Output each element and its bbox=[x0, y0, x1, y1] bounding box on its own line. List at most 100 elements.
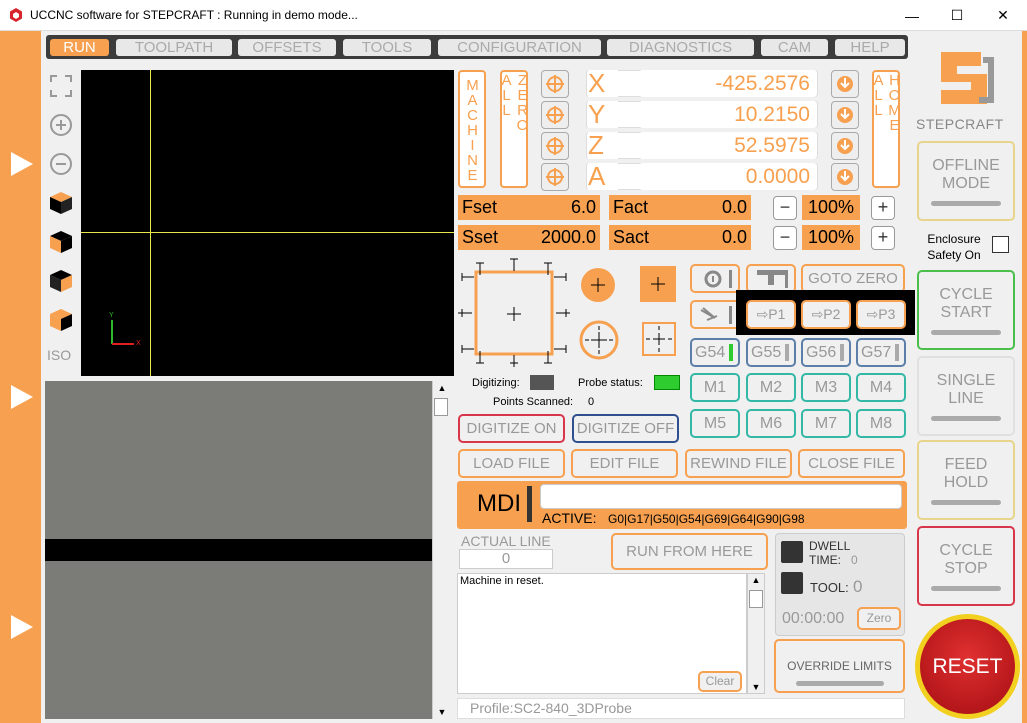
points-scanned-value: 0 bbox=[588, 396, 595, 408]
zero-y-button[interactable] bbox=[541, 101, 569, 129]
digitize-on-button[interactable]: DIGITIZE ON bbox=[458, 414, 565, 443]
close-file-button[interactable]: CLOSE FILE bbox=[798, 449, 905, 478]
probe-square-center-icon[interactable] bbox=[637, 263, 679, 305]
scroll-up-icon[interactable]: ▲ bbox=[748, 575, 764, 587]
tool-length-button[interactable] bbox=[746, 264, 796, 293]
feed-hold-button[interactable]: FEED HOLD bbox=[917, 440, 1015, 520]
scroll-down-icon[interactable]: ▼ bbox=[434, 707, 450, 719]
crosshair-vertical bbox=[150, 70, 151, 376]
macro-m3-button[interactable]: M3 bbox=[801, 373, 851, 402]
timer-zero-button[interactable]: Zero bbox=[857, 607, 901, 630]
goto-p1-button[interactable]: ⇨P1 bbox=[746, 300, 796, 329]
mdi-input[interactable] bbox=[540, 484, 902, 509]
override-limits-button[interactable]: OVERRIDE LIMITS bbox=[774, 639, 905, 693]
single-line-button[interactable]: SINGLE LINE bbox=[917, 356, 1015, 436]
zero-x-button[interactable] bbox=[541, 70, 569, 98]
scroll-down-icon[interactable]: ▼ bbox=[748, 682, 764, 694]
scroll-thumb[interactable] bbox=[434, 398, 448, 416]
g54-button[interactable]: G54 bbox=[690, 338, 740, 367]
view-front-cube-icon[interactable] bbox=[47, 228, 75, 256]
fset-value[interactable]: 6.0 bbox=[571, 195, 596, 220]
tab-tools[interactable]: TOOLS bbox=[343, 39, 431, 56]
probe-bore-center-icon[interactable] bbox=[577, 318, 621, 362]
fact-value: 0.0 bbox=[721, 197, 747, 217]
tab-help[interactable]: HELP bbox=[835, 39, 905, 56]
view-iso-cube-icon[interactable] bbox=[47, 306, 75, 334]
dwell-time-label: TIME: bbox=[809, 553, 841, 567]
machine-coords-button[interactable]: MACHINE bbox=[458, 70, 486, 188]
reset-button[interactable]: RESET bbox=[920, 619, 1015, 714]
spindle-toggle-button[interactable] bbox=[690, 264, 740, 293]
cycle-start-button[interactable]: CYCLE START bbox=[917, 270, 1015, 350]
home-z-button[interactable] bbox=[831, 132, 859, 160]
probe-pattern-icon[interactable] bbox=[458, 255, 570, 367]
axis-x-label: X bbox=[588, 70, 618, 97]
scroll-thumb[interactable] bbox=[749, 590, 763, 608]
macro-m2-button[interactable]: M2 bbox=[746, 373, 796, 402]
enclosure-checkbox[interactable] bbox=[992, 236, 1009, 253]
edit-file-button[interactable]: EDIT FILE bbox=[571, 449, 678, 478]
goto-p2-button[interactable]: ⇨P2 bbox=[801, 300, 851, 329]
tab-diagnostics[interactable]: DIAGNOSTICS bbox=[607, 39, 754, 56]
cycle-stop-button[interactable]: CYCLE STOP bbox=[917, 526, 1015, 606]
tab-toolpath[interactable]: TOOLPATH bbox=[116, 39, 232, 56]
offline-mode-button[interactable]: OFFLINE MODE bbox=[917, 141, 1015, 221]
rewind-file-button[interactable]: REWIND FILE bbox=[685, 449, 792, 478]
y-axis-label: Y bbox=[109, 312, 114, 319]
probe-circle-center-icon[interactable] bbox=[578, 265, 618, 305]
digitize-off-button[interactable]: DIGITIZE OFF bbox=[572, 414, 679, 443]
window-title: UCCNC software for STEPCRAFT : Running i… bbox=[30, 8, 358, 22]
probe-status-label: Probe status: bbox=[578, 377, 643, 389]
toolpath-viewer[interactable]: Y X bbox=[81, 70, 454, 376]
g56-button[interactable]: G56 bbox=[801, 338, 851, 367]
offline-mode-label: OFFLINE MODE bbox=[932, 156, 1000, 192]
macro-m8-button[interactable]: M8 bbox=[856, 409, 906, 438]
feed-minus-button[interactable]: − bbox=[773, 196, 797, 220]
run-from-here-button[interactable]: RUN FROM HERE bbox=[611, 533, 768, 570]
actual-line-value[interactable]: 0 bbox=[459, 549, 553, 569]
tab-offsets[interactable]: OFFSETS bbox=[238, 39, 336, 56]
maximize-button[interactable]: ☐ bbox=[934, 0, 980, 31]
close-button[interactable]: ✕ bbox=[980, 0, 1026, 31]
sset-value[interactable]: 2000.0 bbox=[541, 225, 596, 250]
macro-m4-button[interactable]: M4 bbox=[856, 373, 906, 402]
spindle-minus-button[interactable]: − bbox=[773, 226, 797, 250]
zero-a-button[interactable] bbox=[541, 163, 569, 191]
goto-p3-button[interactable]: ⇨P3 bbox=[856, 300, 906, 329]
macro-m6-button[interactable]: M6 bbox=[746, 409, 796, 438]
tab-cam[interactable]: CAM bbox=[761, 39, 828, 56]
clear-button[interactable]: Clear bbox=[698, 671, 742, 692]
macro-m7-button[interactable]: M7 bbox=[801, 409, 851, 438]
zero-z-button[interactable] bbox=[541, 132, 569, 160]
g54-label: G54 bbox=[695, 344, 726, 361]
probe-pocket-center-icon[interactable] bbox=[640, 320, 678, 358]
scroll-up-icon[interactable]: ▲ bbox=[434, 383, 450, 395]
coolant-toggle-button[interactable] bbox=[690, 300, 740, 329]
spindle-plus-button[interactable]: + bbox=[871, 226, 895, 250]
fit-view-icon[interactable] bbox=[47, 72, 75, 100]
tab-configuration[interactable]: CONFIGURATION bbox=[438, 39, 601, 56]
zoom-out-icon[interactable] bbox=[47, 150, 75, 178]
actual-line-label: ACTUAL LINE bbox=[461, 533, 551, 549]
view-top-cube-icon[interactable] bbox=[47, 189, 75, 217]
tab-run[interactable]: RUN bbox=[50, 39, 109, 56]
home-a-button[interactable] bbox=[831, 163, 859, 191]
home-x-button[interactable] bbox=[831, 70, 859, 98]
minimize-button[interactable]: — bbox=[889, 0, 935, 31]
cycle-stop-label: CYCLE STOP bbox=[939, 541, 993, 577]
view-side-cube-icon[interactable] bbox=[47, 267, 75, 295]
axis-a-label: A bbox=[588, 163, 618, 190]
zero-all-button[interactable]: ZERO ALL bbox=[498, 70, 531, 188]
home-y-button[interactable] bbox=[831, 101, 859, 129]
iso-label[interactable]: ISO bbox=[47, 347, 71, 363]
macro-m1-button[interactable]: M1 bbox=[690, 373, 740, 402]
g57-button[interactable]: G57 bbox=[856, 338, 906, 367]
load-file-button[interactable]: LOAD FILE bbox=[458, 449, 565, 478]
feed-plus-button[interactable]: + bbox=[871, 196, 895, 220]
macro-m5-button[interactable]: M5 bbox=[690, 409, 740, 438]
g55-button[interactable]: G55 bbox=[746, 338, 796, 367]
gcode-scrollbar[interactable] bbox=[432, 381, 452, 719]
home-all-button[interactable]: HOME ALL bbox=[870, 70, 903, 188]
goto-zero-button[interactable]: GOTO ZERO bbox=[801, 264, 905, 293]
zoom-in-icon[interactable] bbox=[47, 111, 75, 139]
